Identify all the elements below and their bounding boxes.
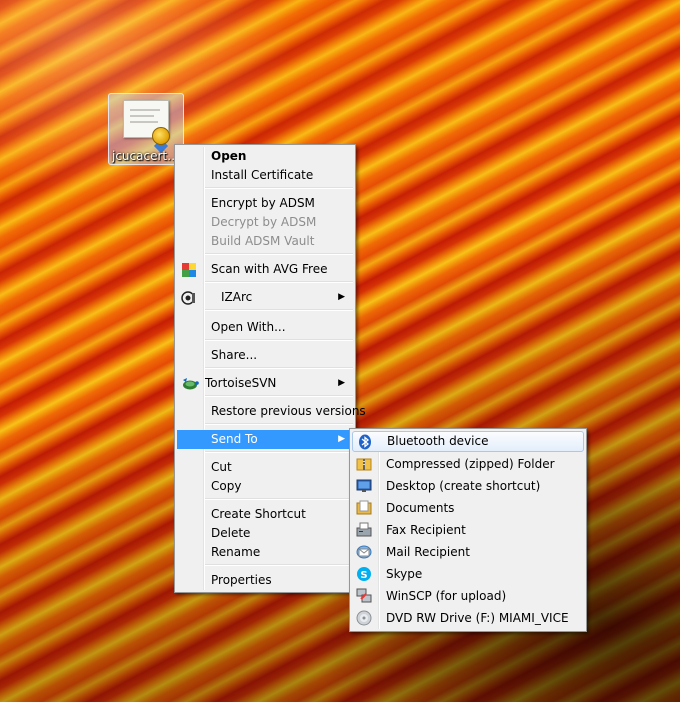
menu-item-send-to[interactable]: Send To ▶: [177, 430, 353, 449]
sendto-item-skype[interactable]: S Skype: [352, 563, 584, 585]
fax-icon: [356, 522, 372, 538]
menu-item-tortoisesvn[interactable]: TortoiseSVN ▶: [177, 374, 353, 393]
sendto-item-documents[interactable]: Documents: [352, 497, 584, 519]
menu-item-label: Send To: [211, 432, 258, 446]
file-name-label: jcucacert.cer: [112, 149, 182, 163]
menu-separator: [205, 451, 353, 453]
dvd-drive-icon: [356, 610, 372, 626]
context-menu: Open Install Certificate Encrypt by ADSM…: [174, 144, 366, 593]
zip-folder-icon: [356, 456, 372, 472]
svg-text:S: S: [360, 570, 367, 581]
menu-item-delete[interactable]: Delete: [177, 524, 353, 543]
menu-item-label: DVD RW Drive (F:) MIAMI_VICE: [386, 611, 569, 625]
tortoisesvn-icon: [181, 376, 199, 392]
menu-separator: [205, 309, 353, 311]
menu-item-create-shortcut[interactable]: Create Shortcut: [177, 505, 353, 524]
mail-icon: [356, 544, 372, 560]
send-to-submenu: Bluetooth device Compressed (zipped) Fol…: [349, 428, 587, 632]
menu-separator: [205, 339, 353, 341]
menu-separator: [205, 367, 353, 369]
skype-icon: S: [356, 566, 372, 582]
menu-item-properties[interactable]: Properties: [177, 571, 353, 590]
menu-item-build-vault: Build ADSM Vault: [211, 234, 315, 248]
menu-item-label: Mail Recipient: [386, 545, 470, 559]
menu-item-label: TortoiseSVN: [205, 376, 277, 390]
certificate-file-icon[interactable]: jcucacert.cer: [108, 93, 184, 165]
menu-item-label: Bluetooth device: [387, 434, 489, 448]
sendto-item-bluetooth[interactable]: Bluetooth device: [352, 431, 584, 452]
sendto-item-winscp[interactable]: WinSCP (for upload): [352, 585, 584, 607]
sendto-item-dvd-drive[interactable]: DVD RW Drive (F:) MIAMI_VICE: [352, 607, 584, 629]
menu-item-izarc[interactable]: IZArc ▶: [177, 288, 353, 307]
menu-item-rename[interactable]: Rename: [177, 543, 353, 562]
certificate-icon: [123, 100, 170, 154]
menu-separator: [205, 281, 353, 283]
menu-item-decrypt-adsm: Decrypt by ADSM: [211, 215, 317, 229]
menu-item-share[interactable]: Share...: [177, 346, 353, 365]
sendto-item-desktop[interactable]: Desktop (create shortcut): [352, 475, 584, 497]
menu-item-open[interactable]: Open: [177, 147, 353, 166]
desktop-icon: [356, 478, 372, 494]
izarc-icon: [181, 290, 197, 306]
submenu-arrow-icon: ▶: [338, 292, 345, 302]
menu-item-encrypt-adsm[interactable]: Encrypt by ADSM: [177, 194, 353, 213]
menu-item-install-certificate[interactable]: Install Certificate: [177, 166, 353, 185]
menu-item-label: Documents: [386, 501, 455, 515]
menu-item-label: Skype: [386, 567, 423, 581]
sendto-item-compressed-folder[interactable]: Compressed (zipped) Folder: [352, 453, 584, 475]
menu-separator: [205, 253, 353, 255]
menu-separator: [205, 395, 353, 397]
menu-item-scan-avg[interactable]: Scan with AVG Free: [177, 260, 353, 279]
sendto-item-mail[interactable]: Mail Recipient: [352, 541, 584, 563]
winscp-icon: [356, 588, 372, 604]
menu-item-copy[interactable]: Copy: [177, 477, 353, 496]
menu-separator: [205, 498, 353, 500]
submenu-arrow-icon: ▶: [338, 378, 345, 388]
menu-separator: [205, 423, 353, 425]
documents-icon: [356, 500, 372, 516]
menu-item-label: Compressed (zipped) Folder: [386, 457, 555, 471]
menu-item-label: Fax Recipient: [386, 523, 466, 537]
menu-item-label: Desktop (create shortcut): [386, 479, 541, 493]
menu-item-label: Scan with AVG Free: [211, 262, 328, 276]
menu-item-restore-previous-versions[interactable]: Restore previous versions: [177, 402, 366, 421]
menu-item-open-with[interactable]: Open With...: [177, 318, 353, 337]
menu-separator: [205, 564, 353, 566]
menu-item-label: IZArc: [221, 290, 253, 304]
submenu-arrow-icon: ▶: [338, 434, 345, 444]
sendto-item-fax[interactable]: Fax Recipient: [352, 519, 584, 541]
menu-item-cut[interactable]: Cut: [177, 458, 353, 477]
avg-icon: [181, 262, 197, 278]
bluetooth-icon: [357, 434, 373, 450]
menu-item-label: WinSCP (for upload): [386, 589, 507, 603]
menu-separator: [205, 187, 353, 189]
